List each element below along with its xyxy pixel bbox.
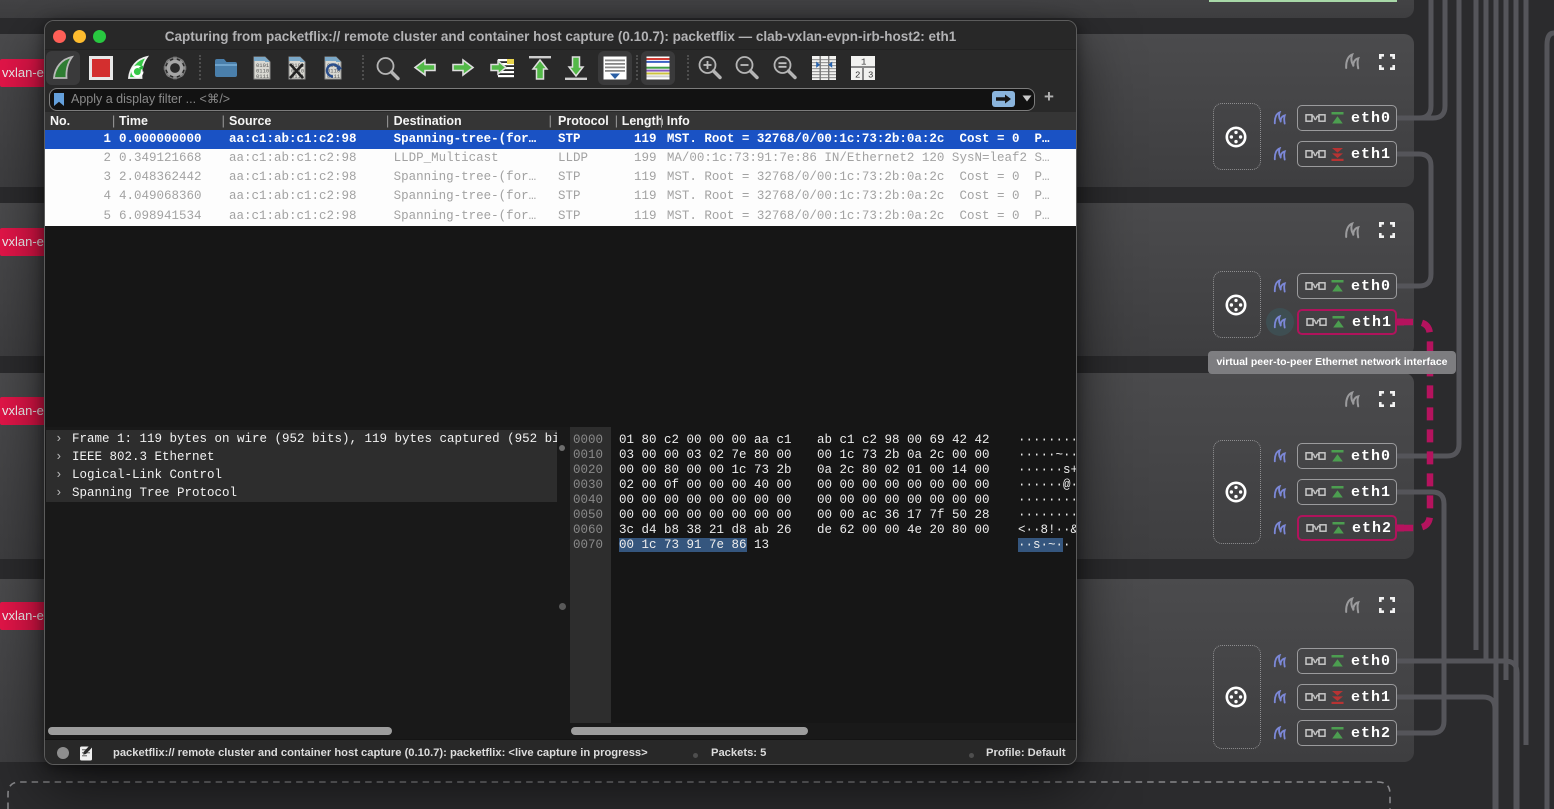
svg-text:1: 1	[861, 58, 866, 68]
svg-text:0111: 0111	[256, 73, 270, 80]
svg-text:2: 2	[855, 71, 860, 81]
svg-text:3: 3	[868, 71, 873, 81]
